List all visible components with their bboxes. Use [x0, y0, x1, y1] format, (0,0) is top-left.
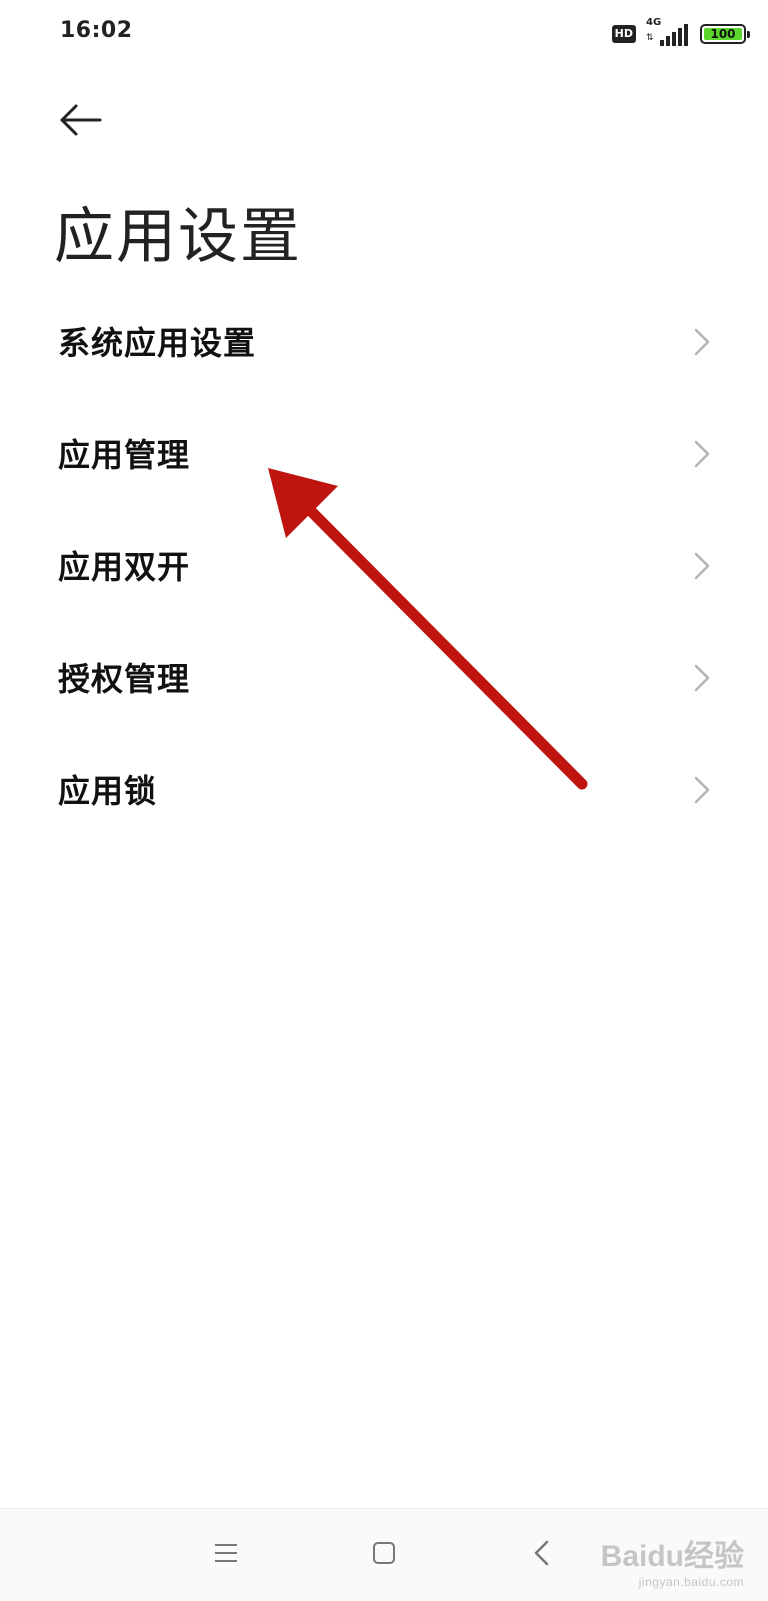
system-nav-bar: Baidu经验 jingyan.baidu.com — [0, 1508, 768, 1601]
chevron-right-icon — [694, 664, 710, 692]
menu-item-label: 应用锁 — [58, 772, 158, 810]
home-icon — [373, 1542, 395, 1564]
back-arrow-icon — [60, 104, 102, 136]
menu-item-label: 授权管理 — [58, 660, 191, 698]
menu-icon — [215, 1544, 237, 1562]
settings-list: 系统应用设置 应用管理 应用双开 授权管理 应用锁 — [0, 285, 768, 845]
hd-badge: HD — [611, 25, 636, 43]
menu-item-system-app-settings[interactable]: 系统应用设置 — [0, 285, 768, 397]
status-time: 16:02 — [60, 18, 133, 43]
chevron-right-icon — [694, 776, 710, 804]
watermark-brand: Baidu经验 — [600, 1540, 744, 1573]
nav-back-button[interactable] — [520, 1531, 564, 1575]
chevron-right-icon — [694, 328, 710, 356]
menu-item-label: 应用管理 — [58, 436, 191, 474]
chevron-right-icon — [694, 552, 710, 580]
menu-item-label: 应用双开 — [58, 548, 191, 586]
battery-level: 100 — [710, 27, 736, 41]
menu-item-permissions[interactable]: 授权管理 — [0, 621, 768, 733]
watermark-url: jingyan.baidu.com — [638, 1575, 744, 1589]
menu-item-app-management[interactable]: 应用管理 — [0, 397, 768, 509]
menu-item-app-lock[interactable]: 应用锁 — [0, 733, 768, 845]
signal-icon: 4G ⇅ — [646, 17, 690, 48]
chevron-right-icon — [694, 440, 710, 468]
status-icons: HD 4G ⇅ 100 — [611, 17, 750, 48]
status-bar: 16:02 HD 4G ⇅ 100 — [0, 0, 768, 70]
back-icon — [534, 1540, 549, 1566]
menu-item-dual-apps[interactable]: 应用双开 — [0, 509, 768, 621]
menu-item-label: 系统应用设置 — [58, 324, 257, 362]
menu-button[interactable] — [204, 1531, 248, 1575]
home-button[interactable] — [362, 1531, 406, 1575]
watermark-logo: Baidu经验 jingyan.baidu.com — [601, 1531, 744, 1589]
battery-icon: 100 — [700, 24, 750, 44]
back-button[interactable] — [58, 100, 104, 140]
page-title: 应用设置 — [54, 202, 302, 272]
